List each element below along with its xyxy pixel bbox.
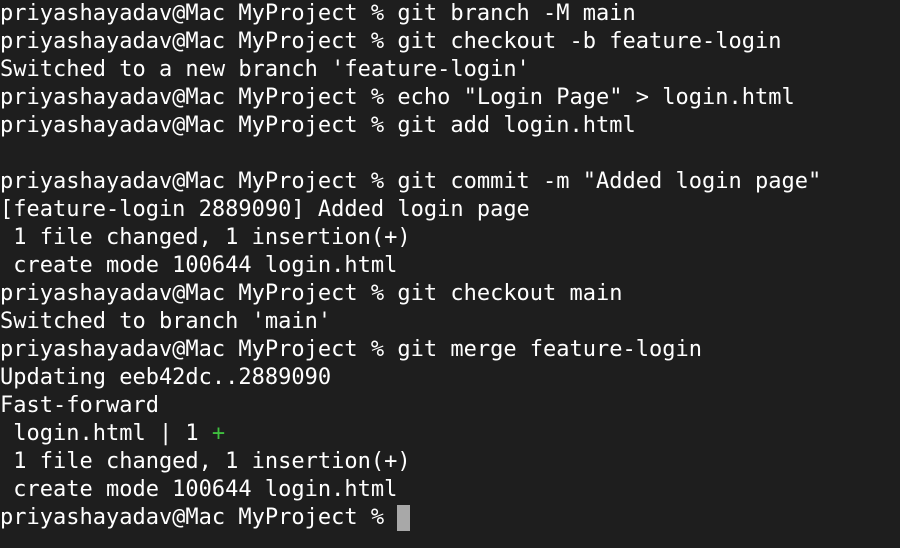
- terminal-line: Switched to branch 'main': [0, 309, 332, 334]
- terminal-line: priyashayadav@Mac MyProject % git merge …: [0, 337, 702, 362]
- diffstat-line: login.html | 1 +: [0, 420, 900, 448]
- diffstat-plus: +: [211, 421, 226, 446]
- terminal-line: priyashayadav@Mac MyProject % git commit…: [0, 169, 822, 194]
- terminal-line: [feature-login 2889090] Added login page: [0, 197, 530, 222]
- terminal-line: priyashayadav@Mac MyProject % git checko…: [0, 29, 782, 54]
- text-cursor: [397, 505, 411, 531]
- terminal-line: priyashayadav@Mac MyProject % git checko…: [0, 281, 623, 306]
- terminal-line: 1 file changed, 1 insertion(+): [0, 225, 411, 250]
- terminal-line: priyashayadav@Mac MyProject % git branch…: [0, 1, 636, 26]
- terminal-line: 1 file changed, 1 insertion(+): [0, 449, 411, 474]
- prompt-line[interactable]: priyashayadav@Mac MyProject %: [0, 504, 900, 532]
- terminal-line: create mode 100644 login.html: [0, 477, 398, 502]
- terminal-line: Updating eeb42dc..2889090: [0, 365, 332, 390]
- diffstat-prefix: login.html | 1: [0, 421, 212, 446]
- terminal-line: Switched to a new branch 'feature-login': [0, 57, 530, 82]
- terminal-window[interactable]: priyashayadav@Mac MyProject % git branch…: [0, 0, 900, 548]
- terminal-line: Fast-forward: [0, 393, 159, 418]
- shell-prompt: priyashayadav@Mac MyProject %: [0, 505, 398, 530]
- terminal-line: create mode 100644 login.html: [0, 253, 398, 278]
- terminal-line: priyashayadav@Mac MyProject % git add lo…: [0, 113, 636, 138]
- terminal-line: priyashayadav@Mac MyProject % echo "Logi…: [0, 85, 795, 110]
